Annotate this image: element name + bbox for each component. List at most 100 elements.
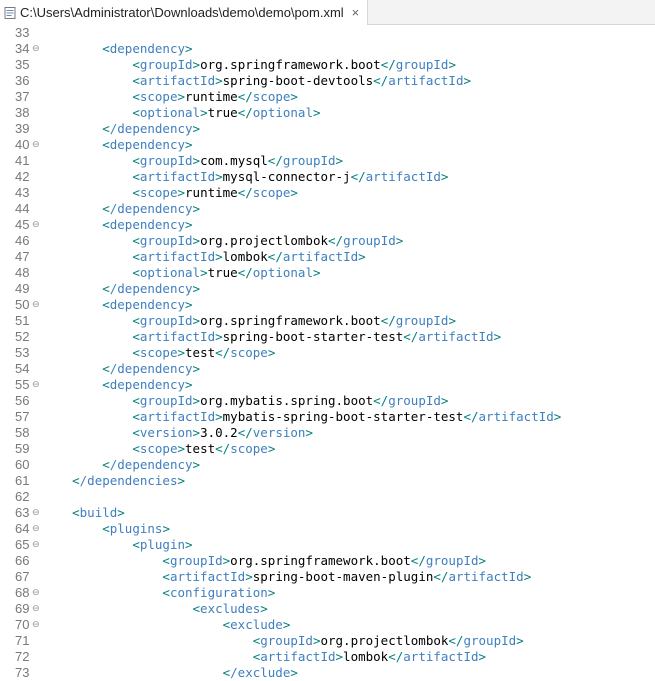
tag-name: groupId [139,393,193,408]
tag-bracket: < [162,569,170,584]
closing-tag-name: artifactId [403,649,479,664]
closing-tag-name: groupId [395,313,449,328]
tag-name: scope [139,185,178,200]
line-source: <optional>true</optional> [42,265,320,281]
line-source: </dependency> [42,361,200,377]
code-line: 42 <artifactId>mysql-connector-j</artifa… [0,169,655,185]
line-source: <groupId>org.springframework.boot</group… [42,553,486,569]
tag-name: artifactId [139,169,216,184]
code-line: 46 <groupId>org.projectlombok</groupId> [0,233,655,249]
code-line: 51 <groupId>org.springframework.boot</gr… [0,313,655,329]
code-line: 43 <scope>runtime</scope> [0,185,655,201]
tag-bracket: < [72,473,80,488]
tag-bracket: </ [410,553,426,568]
line-number: 45 [15,217,30,232]
tag-bracket: < [102,521,110,536]
tag-bracket: > [177,89,186,104]
line-number: 56 [15,393,30,408]
line-source: <exclude> [42,617,291,633]
line-number: 44 [15,201,30,216]
tag-bracket: </ [215,345,231,360]
tag-bracket: > [448,57,456,72]
fold-toggle-icon[interactable]: ⊖ [32,137,40,153]
tag-value: test [185,441,216,456]
line-number: 67 [15,569,30,584]
code-line: 55 ⊖ <dependency> [0,377,655,393]
code-area[interactable]: 33 34 ⊖ <dependency> 35 <groupId>org.spring… [0,25,655,681]
tag-bracket: < [132,89,140,104]
code-line: 66 <groupId>org.springframework.boot</gr… [0,553,655,569]
tag-bracket: </ [215,441,231,456]
tag-bracket: < [102,361,110,376]
tag-value: runtime [185,185,238,200]
fold-toggle-icon[interactable]: ⊖ [32,297,40,313]
fold-toggle-icon[interactable]: ⊖ [32,601,40,617]
tag-bracket: < [72,505,80,520]
line-source: <configuration> [42,585,275,601]
tag-bracket: </ [388,649,404,664]
tag-bracket: > [185,137,193,152]
fold-toggle-icon[interactable]: ⊖ [32,377,40,393]
line-number: 35 [15,57,30,72]
code-line: 36 <artifactId>spring-boot-devtools</art… [0,73,655,89]
tag-bracket: > [267,585,276,600]
tag-name: artifactId [139,329,216,344]
line-number: 73 [15,665,30,680]
fold-toggle-icon[interactable]: ⊖ [32,41,40,57]
tag-value: spring-boot-starter-test [222,329,404,344]
tag-bracket: < [102,457,110,472]
tag-bracket: < [162,553,170,568]
tag-bracket: < [132,185,140,200]
line-source: </dependency> [42,457,200,473]
tag-bracket: > [463,73,472,88]
tag-bracket: < [102,281,110,296]
tag-bracket: > [192,201,201,216]
code-line: 52 <artifactId>spring-boot-starter-test<… [0,329,655,345]
tag-bracket: > [185,537,193,552]
close-icon[interactable]: × [352,5,360,20]
tag-bracket: </ [373,393,389,408]
line-number: 43 [15,185,30,200]
line-source: <groupId>org.projectlombok</groupId> [42,233,403,249]
tag-bracket: > [192,393,201,408]
tag-name: version [139,425,193,440]
tag-bracket: > [245,569,253,584]
line-source: <scope>runtime</scope> [42,185,298,201]
tab-pom-xml[interactable]: C:\Users\Administrator\Downloads\demo\de… [0,0,369,25]
line-source: <dependency> [42,377,192,393]
code-line: 61 </dependencies> [0,473,655,489]
closing-tag-name: scope [252,185,291,200]
tag-bracket: > [162,521,170,536]
line-number: 46 [15,233,30,248]
fold-toggle-icon[interactable]: ⊖ [32,585,40,601]
fold-toggle-icon[interactable]: ⊖ [32,537,40,553]
fold-toggle-icon[interactable]: ⊖ [32,617,40,633]
tag-bracket: > [478,553,487,568]
line-number: 69 [15,601,30,616]
tag-bracket: </ [373,73,389,88]
fold-toggle-icon[interactable]: ⊖ [32,217,40,233]
tag-bracket: > [335,649,344,664]
tag-bracket: > [395,233,404,248]
tag-bracket: > [335,153,344,168]
tag-bracket: </ [237,425,253,440]
tag-bracket: > [440,169,449,184]
tag-name: /dependency [109,121,193,136]
tag-bracket: > [177,473,186,488]
line-number: 40 [15,137,30,152]
tag-name: configuration [169,585,268,600]
fold-toggle-icon[interactable]: ⊖ [32,521,40,537]
fold-toggle-icon[interactable]: ⊖ [32,505,40,521]
line-number: 38 [15,105,30,120]
